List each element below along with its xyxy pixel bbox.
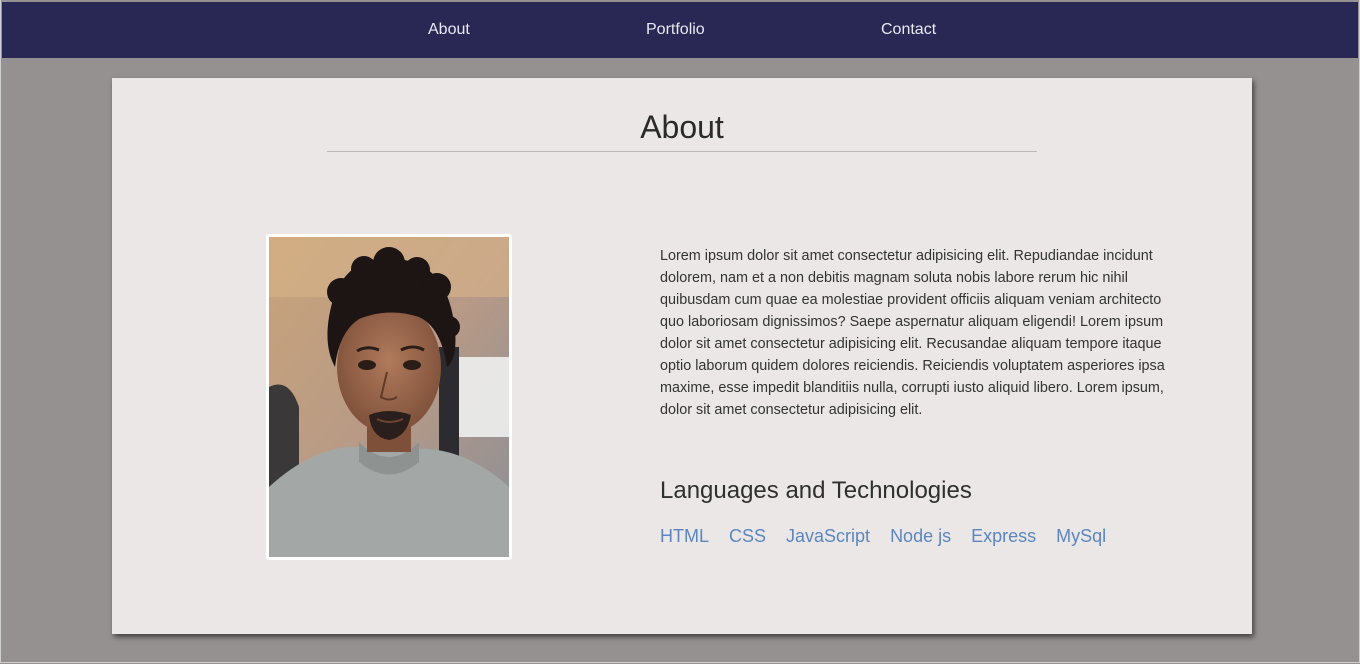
about-bio-text: Lorem ipsum dolor sit amet consectetur a…	[660, 248, 1165, 418]
tech-link-javascript[interactable]: JavaScript	[786, 526, 870, 546]
tech-link-mysql[interactable]: MySql	[1056, 526, 1106, 546]
tech-item: JavaScript	[786, 526, 870, 547]
tech-item: CSS	[729, 526, 766, 547]
tech-link-css[interactable]: CSS	[729, 526, 766, 546]
about-section-card: About Lorem ipsum dolor sit amet consect…	[112, 78, 1252, 634]
profile-photo-frame	[266, 234, 512, 560]
tech-link-html[interactable]: HTML	[660, 526, 709, 546]
tech-item: Express	[971, 526, 1036, 547]
section-title: About	[640, 109, 724, 145]
tech-link-nodejs[interactable]: Node js	[890, 526, 951, 546]
tech-item: Node js	[890, 526, 951, 547]
top-navbar: About Portfolio Contact	[2, 2, 1358, 58]
nav-link-contact[interactable]: Contact	[881, 21, 936, 39]
technologies-heading: Languages and Technologies	[660, 477, 972, 504]
nav-link-about[interactable]: About	[428, 21, 470, 39]
tech-item: MySql	[1056, 526, 1106, 547]
profile-photo	[269, 237, 509, 557]
title-divider	[327, 151, 1037, 152]
tech-item: HTML	[660, 526, 709, 547]
nav-link-portfolio[interactable]: Portfolio	[646, 21, 705, 39]
technologies-list: HTML CSS JavaScript Node js Express MySq…	[660, 526, 1106, 547]
tech-link-express[interactable]: Express	[971, 526, 1036, 546]
